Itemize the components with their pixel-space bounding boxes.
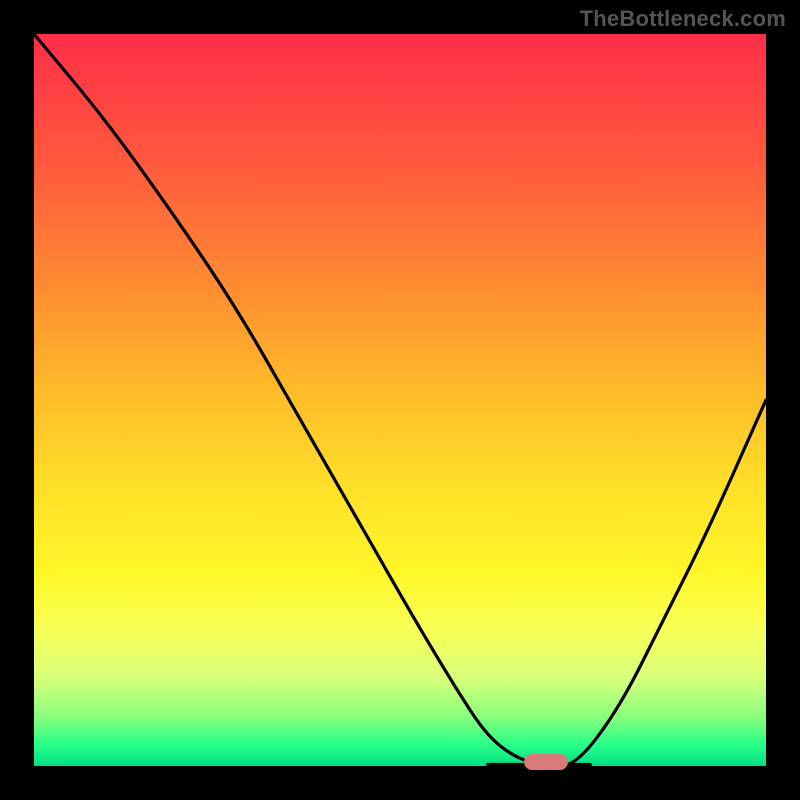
- watermark-text: TheBottleneck.com: [580, 6, 786, 32]
- plot-area: [34, 34, 766, 766]
- curve-svg: [34, 34, 766, 766]
- chart-container: TheBottleneck.com: [0, 0, 800, 800]
- bottleneck-curve: [34, 34, 766, 766]
- optimal-marker: [524, 754, 568, 770]
